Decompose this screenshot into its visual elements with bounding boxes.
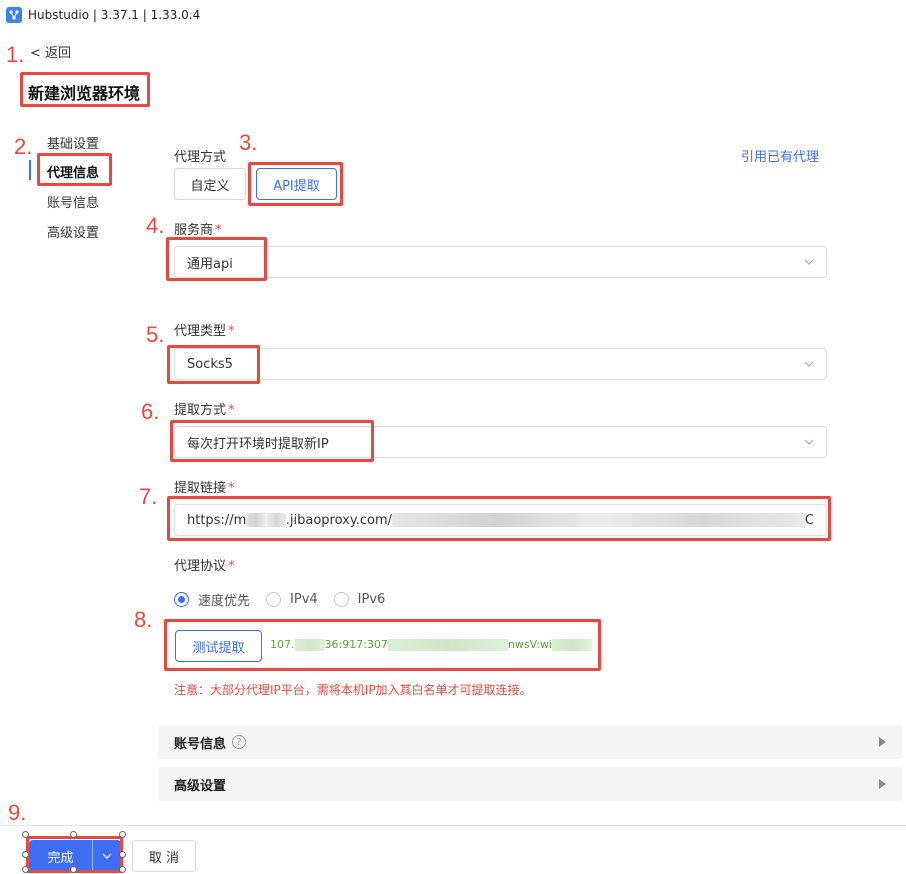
nav-item-proxy-info[interactable]: 代理信息 xyxy=(47,162,99,181)
protocol-label: 代理协议 * xyxy=(174,555,235,574)
annotation-number: 1. xyxy=(6,42,25,67)
annotation-number: 7. xyxy=(139,484,158,509)
extract-link-text-start: https://m xyxy=(187,512,247,528)
radio-dot xyxy=(266,592,282,607)
extract-link-label-text: 提取链接 xyxy=(174,481,227,496)
annotation-number: 5. xyxy=(146,322,165,347)
annotation-number: 9. xyxy=(8,800,27,825)
title-bar: Hubstudio | 3.37.1 | 1.33.0.4 xyxy=(0,0,906,30)
required-mark: * xyxy=(228,403,235,418)
proxy-type-select[interactable]: Socks5 xyxy=(174,348,827,380)
help-icon[interactable]: ? xyxy=(232,735,247,749)
test-extract-button[interactable]: 测试提取 xyxy=(175,630,262,662)
selection-handle xyxy=(119,831,126,838)
section-account-info[interactable]: 账号信息? xyxy=(158,725,902,759)
proxy-mode-custom-button[interactable]: 自定义 xyxy=(174,168,246,200)
extract-method-select[interactable]: 每次打开环境时提取新IP xyxy=(174,426,827,458)
redacted-text xyxy=(552,639,592,651)
footer-divider xyxy=(0,825,906,826)
annotation-number: 6. xyxy=(141,399,160,424)
extract-link-label: 提取链接 * xyxy=(174,477,235,496)
nav-item-basic-settings[interactable]: 基础设置 xyxy=(47,133,99,152)
done-button-label[interactable]: 完成 xyxy=(29,847,92,866)
warning-note: 注意：大部分代理IP平台，需将本机IP加入其白名单才可提取连接。 xyxy=(174,683,532,697)
extract-method-label: 提取方式 * xyxy=(174,399,235,418)
back-link[interactable]: < 返回 xyxy=(30,42,71,61)
radio-dot xyxy=(174,592,189,607)
redacted-text xyxy=(246,513,286,527)
section-advanced-settings[interactable]: 高级设置 xyxy=(158,767,902,801)
section-title: 账号信息 xyxy=(174,736,227,752)
test-result-text: 107. 36:917:307 nwsV:wi xyxy=(270,638,592,651)
selection-handle xyxy=(70,866,77,873)
required-mark: * xyxy=(215,223,222,238)
provider-select[interactable]: 通用api xyxy=(174,246,827,278)
selection-handle xyxy=(119,866,126,873)
required-mark: * xyxy=(228,559,235,574)
selection-handle xyxy=(22,831,29,838)
redacted-text xyxy=(391,513,805,527)
protocol-radio-speed[interactable]: 速度优先 xyxy=(174,590,250,609)
proxy-type-select-value: Socks5 xyxy=(187,356,233,372)
section-title: 高级设置 xyxy=(174,778,227,794)
radio-dot xyxy=(333,592,349,607)
result-text-part: 107. xyxy=(270,638,295,651)
chevron-down-icon xyxy=(804,361,814,367)
hubstudio-logo-icon xyxy=(6,7,22,23)
chevron-down-icon xyxy=(804,439,814,445)
extract-link-input[interactable]: https://m .jibaoproxy.com/ C xyxy=(174,504,827,536)
page-title: 新建浏览器环境 xyxy=(28,84,141,103)
result-text-part: nwsV:wi xyxy=(507,638,552,651)
selection-handle xyxy=(22,851,29,858)
extract-method-select-value: 每次打开环境时提取新IP xyxy=(187,436,329,452)
chevron-down-icon xyxy=(804,259,814,265)
required-mark: * xyxy=(228,481,235,496)
protocol-label-text: 代理协议 xyxy=(174,559,227,574)
proxy-type-label: 代理类型 * xyxy=(174,320,235,339)
annotation-number: 4. xyxy=(146,213,165,238)
required-mark: * xyxy=(228,324,235,339)
radio-label: IPv6 xyxy=(357,592,386,607)
expand-arrow-icon xyxy=(879,737,886,747)
chevron-down-icon xyxy=(102,853,112,859)
selection-handle xyxy=(22,866,29,873)
proxy-mode-api-button[interactable]: API提取 xyxy=(256,168,337,200)
result-text-part: 36:917:307 xyxy=(324,638,388,651)
proxy-mode-label: 代理方式 xyxy=(174,150,227,165)
provider-label-text: 服务商 xyxy=(174,223,214,238)
extract-link-text-end: C xyxy=(804,512,814,528)
cancel-button[interactable]: 取 消 xyxy=(132,840,196,872)
annotation-number: 2. xyxy=(14,134,33,159)
radio-label: 速度优先 xyxy=(198,594,251,609)
window-title: Hubstudio | 3.37.1 | 1.33.0.4 xyxy=(28,8,201,22)
use-existing-proxy-link[interactable]: 引用已有代理 xyxy=(741,146,819,165)
nav-active-indicator xyxy=(29,160,31,180)
protocol-radio-group: 速度优先 IPv4 IPv6 xyxy=(174,590,401,609)
provider-select-value: 通用api xyxy=(187,256,233,272)
selection-handle xyxy=(70,831,77,838)
extract-method-label-text: 提取方式 xyxy=(174,403,227,418)
redacted-text xyxy=(294,639,325,651)
protocol-radio-ipv4[interactable]: IPv4 xyxy=(266,592,318,607)
extract-link-text-mid: .jibaoproxy.com/ xyxy=(285,512,392,528)
redacted-text xyxy=(387,639,508,651)
nav-item-account-info[interactable]: 账号信息 xyxy=(47,192,99,211)
annotation-number: 8. xyxy=(134,607,153,632)
expand-arrow-icon xyxy=(879,779,886,789)
protocol-radio-ipv6[interactable]: IPv6 xyxy=(333,592,386,607)
done-dropdown-toggle[interactable] xyxy=(93,851,121,861)
selection-handle xyxy=(119,851,126,858)
radio-label: IPv4 xyxy=(290,592,318,607)
annotation-number: 3. xyxy=(239,130,258,155)
nav-item-advanced-settings[interactable]: 高级设置 xyxy=(47,222,99,241)
proxy-type-label-text: 代理类型 xyxy=(174,324,227,339)
provider-label: 服务商 * xyxy=(174,219,222,238)
